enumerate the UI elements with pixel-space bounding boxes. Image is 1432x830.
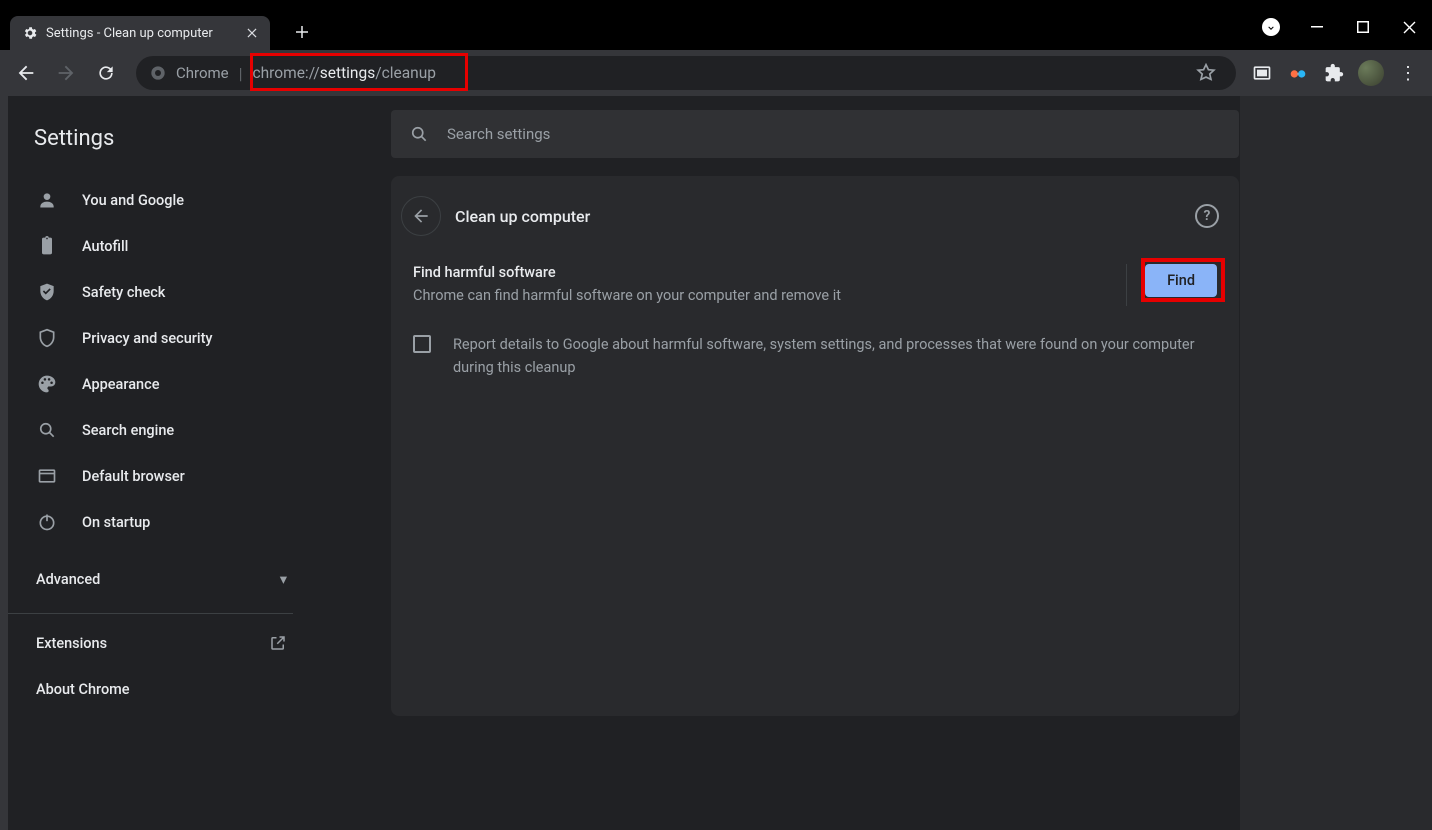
divider — [8, 613, 293, 614]
sidebar-item-label: Privacy and security — [82, 330, 213, 347]
find-button[interactable]: Find — [1145, 264, 1217, 297]
browser-tab[interactable]: Settings - Clean up computer — [10, 16, 270, 50]
sidebar-item-label: You and Google — [82, 192, 184, 209]
download-indicator-icon[interactable] — [1262, 18, 1280, 36]
profile-avatar[interactable] — [1358, 60, 1384, 86]
sidebar-item-default-browser[interactable]: Default browser — [8, 453, 313, 499]
glasses-extension-icon[interactable] — [1282, 57, 1314, 89]
settings-sidebar: Settings You and Google Autofill Safety … — [8, 96, 313, 830]
window-minimize-button[interactable] — [1294, 12, 1340, 42]
shield-check-icon — [36, 281, 58, 303]
chrome-origin-icon — [150, 65, 166, 81]
panel-title: Clean up computer — [455, 207, 590, 226]
panel-back-button[interactable] — [401, 196, 441, 236]
palette-icon — [36, 373, 58, 395]
person-icon — [36, 189, 58, 211]
report-checkbox[interactable] — [413, 335, 431, 353]
nav-back-button[interactable] — [8, 55, 44, 91]
page-content: Settings You and Google Autofill Safety … — [0, 96, 1432, 830]
find-harmful-section: Find harmful software Chrome can find ha… — [391, 238, 1239, 307]
origin-label: Chrome — [176, 64, 229, 82]
cleanup-panel: Clean up computer ? Find harmful softwar… — [391, 176, 1239, 716]
shield-icon — [36, 327, 58, 349]
window-maximize-button[interactable] — [1340, 12, 1386, 42]
search-icon — [409, 124, 429, 144]
sidebar-item-label: Appearance — [82, 376, 159, 393]
sidebar-item-label: Default browser — [82, 468, 185, 485]
settings-heading: Settings — [8, 126, 313, 151]
sidebar-item-safety-check[interactable]: Safety check — [8, 269, 313, 315]
advanced-label: Advanced — [36, 571, 100, 588]
sidebar-item-label: Safety check — [82, 284, 165, 301]
sidebar-advanced-toggle[interactable]: Advanced ▾ — [8, 555, 313, 603]
help-icon[interactable]: ? — [1195, 204, 1219, 228]
extensions-label: Extensions — [36, 635, 107, 652]
open-in-new-icon — [269, 634, 287, 652]
sidebar-item-label: Search engine — [82, 422, 174, 439]
sidebar-item-privacy[interactable]: Privacy and security — [8, 315, 313, 361]
tab-title: Settings - Clean up computer — [46, 26, 236, 41]
sidebar-item-extensions[interactable]: Extensions — [8, 620, 313, 666]
sidebar-item-appearance[interactable]: Appearance — [8, 361, 313, 407]
section-title: Find harmful software — [413, 264, 1096, 281]
window-controls — [1262, 12, 1432, 42]
sidebar-item-autofill[interactable]: Autofill — [8, 223, 313, 269]
window-close-button[interactable] — [1386, 12, 1432, 42]
browser-window-icon — [36, 465, 58, 487]
search-icon — [36, 419, 58, 441]
power-icon — [36, 511, 58, 533]
bookmark-star-button[interactable] — [1190, 57, 1222, 89]
report-checkbox-label: Report details to Google about harmful s… — [453, 333, 1217, 379]
url-text: chrome://settings/cleanup — [253, 64, 436, 82]
clipboard-icon — [36, 235, 58, 257]
right-empty-area — [1240, 96, 1432, 830]
sidebar-item-label: On startup — [82, 514, 150, 531]
sidebar-item-on-startup[interactable]: On startup — [8, 499, 313, 545]
panel-header: Clean up computer ? — [391, 194, 1239, 238]
address-bar[interactable]: Chrome | chrome://settings/cleanup — [136, 56, 1236, 90]
report-checkbox-row: Report details to Google about harmful s… — [391, 307, 1239, 379]
new-tab-button[interactable] — [288, 18, 316, 46]
reader-extension-icon[interactable] — [1246, 57, 1278, 89]
about-label: About Chrome — [36, 681, 130, 698]
sidebar-item-you-and-google[interactable]: You and Google — [8, 177, 313, 223]
chevron-down-icon: ▾ — [280, 571, 287, 588]
section-description: Chrome can find harmful software on your… — [413, 285, 1096, 307]
browser-toolbar: Chrome | chrome://settings/cleanup ⋮ — [0, 50, 1432, 96]
reload-button[interactable] — [88, 55, 124, 91]
divider — [1126, 264, 1127, 306]
sidebar-item-about[interactable]: About Chrome — [8, 666, 313, 712]
close-tab-button[interactable] — [244, 25, 260, 41]
settings-search[interactable]: Search settings — [391, 110, 1239, 158]
settings-main: Search settings Clean up computer ? Find… — [313, 96, 1240, 830]
extensions-puzzle-icon[interactable] — [1318, 57, 1350, 89]
titlebar: Settings - Clean up computer — [0, 0, 1432, 50]
nav-forward-button[interactable] — [48, 55, 84, 91]
sidebar-item-label: Autofill — [82, 238, 128, 255]
sidebar-item-search-engine[interactable]: Search engine — [8, 407, 313, 453]
search-placeholder: Search settings — [447, 125, 550, 143]
gear-icon — [22, 25, 38, 41]
browser-menu-button[interactable]: ⋮ — [1392, 57, 1424, 89]
